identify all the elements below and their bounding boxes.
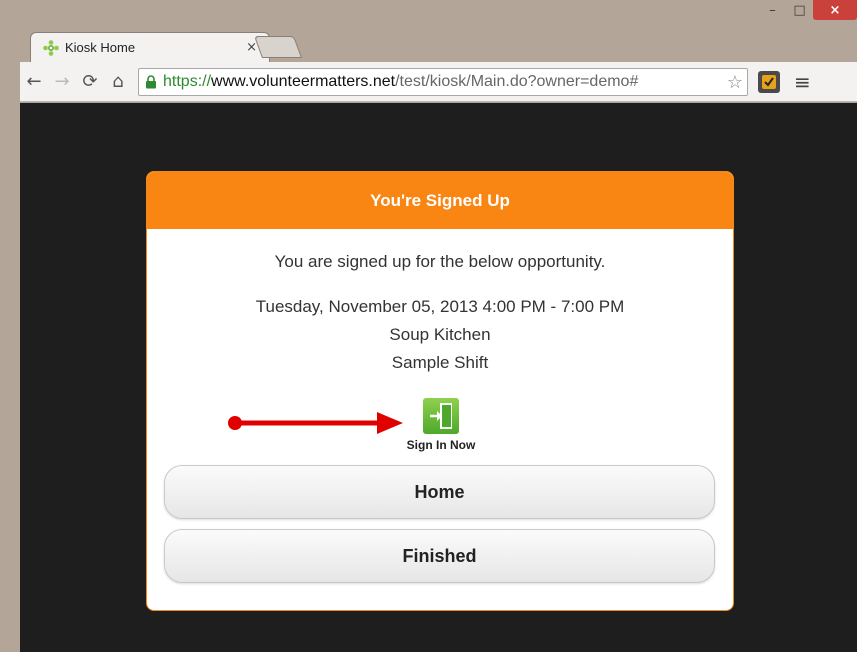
address-bar[interactable]: https://www.volunteermatters.net/test/ki… <box>138 67 748 96</box>
signed-up-card: You're Signed Up You are signed up for t… <box>146 171 734 611</box>
home-button[interactable]: Home <box>164 465 715 519</box>
url-path: /test/kiosk/Main.do?owner=demo# <box>395 72 639 90</box>
opportunity-details: Tuesday, November 05, 2013 4:00 PM - 7:0… <box>147 293 733 377</box>
bookmark-star-icon[interactable]: ☆ <box>724 71 743 93</box>
page-content: You're Signed Up You are signed up for t… <box>20 103 857 652</box>
browser-toolbar: ← → ⟳ ⌂ https://www.volunteermatters.net… <box>20 62 857 102</box>
forward-arrow-icon[interactable]: → <box>48 68 76 96</box>
opportunity-datetime: Tuesday, November 05, 2013 4:00 PM - 7:0… <box>255 297 625 316</box>
chrome-menu-icon[interactable]: ≡ <box>794 70 811 94</box>
new-tab-button[interactable] <box>253 36 303 58</box>
lock-icon <box>145 74 157 89</box>
finished-button[interactable]: Finished <box>164 529 715 583</box>
intro-text: You are signed up for the below opportun… <box>274 252 606 271</box>
url-text: https://www.volunteermatters.net/test/ki… <box>163 73 638 91</box>
opportunity-name: Soup Kitchen <box>389 325 491 344</box>
tab-strip: Kiosk Home × <box>20 32 850 62</box>
browser-window: – □ × Kiosk Home × ← → ⟳ ⌂ https://www.v… <box>0 0 857 652</box>
back-arrow-icon[interactable]: ← <box>20 68 48 96</box>
close-window-button[interactable]: × <box>813 0 857 20</box>
tab-kiosk-home[interactable]: Kiosk Home × <box>30 32 270 62</box>
door-enter-icon <box>423 398 459 434</box>
extension-icon[interactable] <box>758 70 780 93</box>
sign-in-label: Sign In Now <box>406 438 476 452</box>
url-host: www.volunteermatters.net <box>211 72 396 90</box>
tab-title: Kiosk Home <box>65 40 136 55</box>
url-protocol: https:// <box>163 72 212 90</box>
reload-icon[interactable]: ⟳ <box>76 68 104 96</box>
minimize-button[interactable]: – <box>759 0 786 20</box>
window-controls: – □ × <box>759 0 857 32</box>
maximize-button[interactable]: □ <box>786 0 813 20</box>
shift-name: Sample Shift <box>391 353 489 372</box>
card-header: You're Signed Up <box>147 172 733 229</box>
sign-in-now-button[interactable]: Sign In Now <box>403 398 479 452</box>
kiosk-favicon-icon <box>43 39 59 56</box>
annotation-arrow <box>228 412 403 434</box>
home-icon[interactable]: ⌂ <box>104 68 132 96</box>
